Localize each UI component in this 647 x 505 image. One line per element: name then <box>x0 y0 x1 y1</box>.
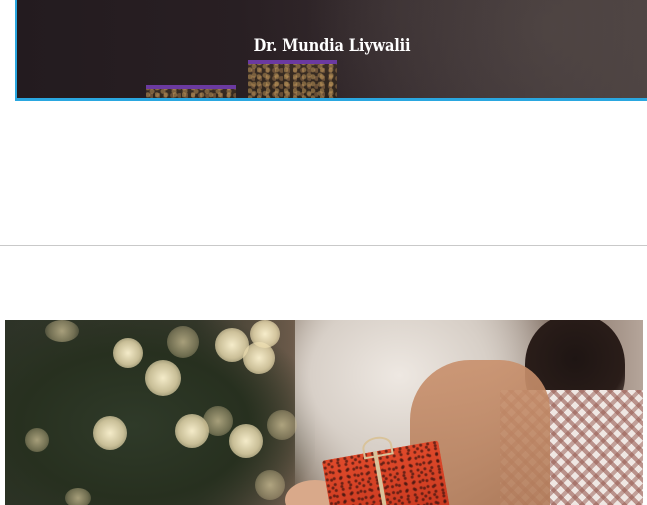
event-thumbnail[interactable] <box>146 85 236 98</box>
event-card[interactable]: Dr. Mundia Liywalii <box>15 0 647 101</box>
section-divider <box>0 245 647 246</box>
event-thumbnail[interactable] <box>248 60 337 98</box>
christmas-gift-image <box>5 320 643 505</box>
event-card-title: Dr. Mundia Liywalii <box>253 36 411 57</box>
page: Dr. Mundia Liywalii <box>0 0 647 505</box>
